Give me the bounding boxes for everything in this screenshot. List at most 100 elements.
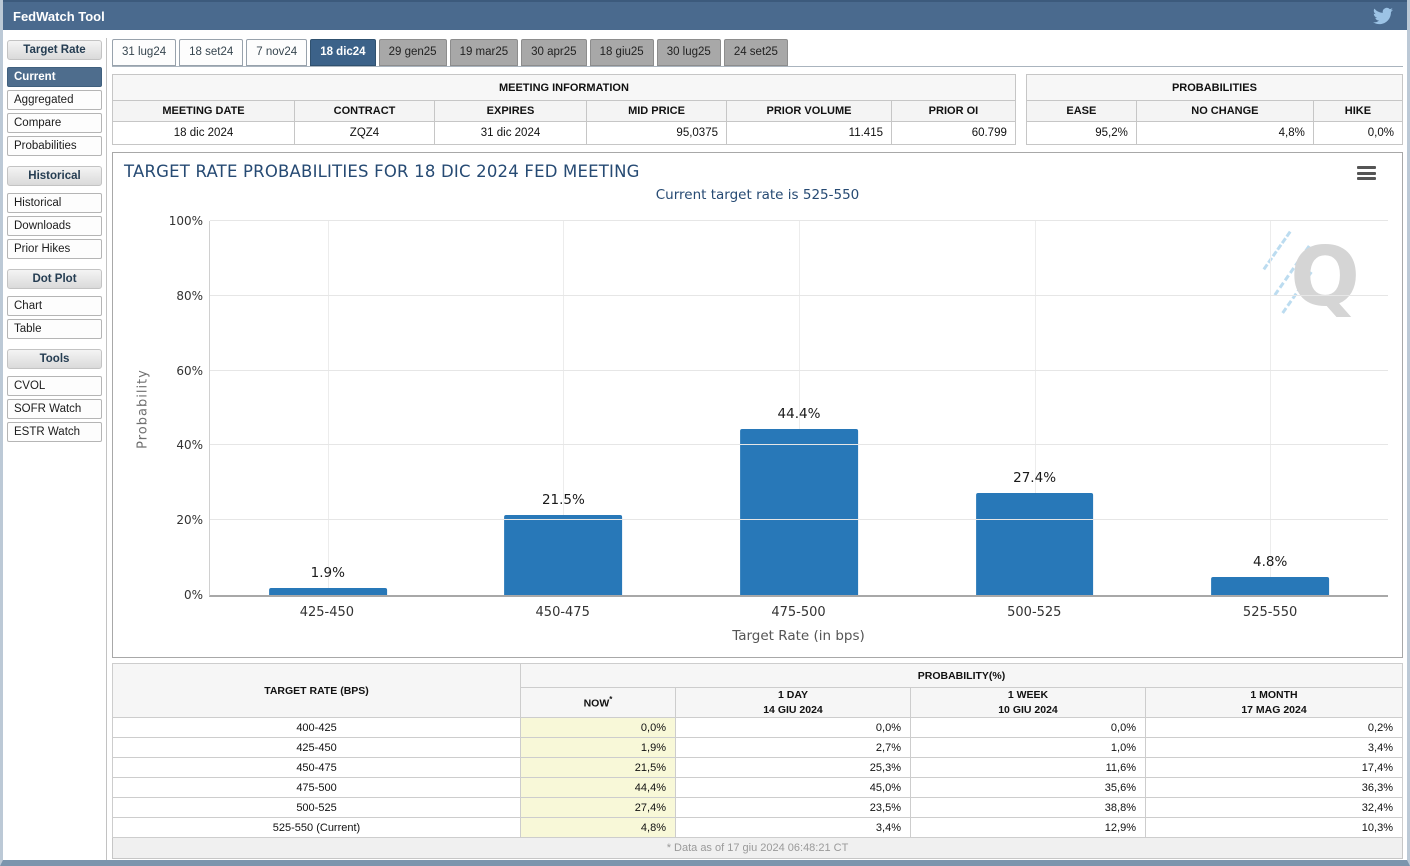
y-tick-label: 100% — [168, 214, 203, 228]
month-cell: 3,4% — [1145, 737, 1403, 758]
data-asof-note: * Data as of 17 giu 2024 06:48:21 CT — [112, 838, 1403, 859]
sidebar-item-compare[interactable]: Compare — [7, 113, 102, 133]
probability-bar — [1211, 577, 1330, 595]
sidebar-item-table[interactable]: Table — [7, 319, 102, 339]
tab-18-dic24[interactable]: 18 dic24 — [310, 39, 376, 66]
sidebar-item-historical[interactable]: Historical — [7, 193, 102, 213]
prior-volume-value: 11.415 — [726, 121, 892, 145]
month-cell: 0,2% — [1145, 717, 1403, 738]
week-cell: 38,8% — [910, 797, 1146, 818]
now-cell: 21,5% — [520, 757, 676, 778]
sidebar-header-historical: Historical — [7, 166, 102, 186]
month-cell: 10,3% — [1145, 817, 1403, 838]
tab-19-mar25[interactable]: 19 mar25 — [449, 39, 519, 66]
tab-29-gen25[interactable]: 29 gen25 — [378, 39, 447, 66]
sidebar-section-tools: Tools CVOL SOFR Watch ESTR Watch — [7, 349, 102, 442]
sidebar: Target Rate Current Aggregated Compare P… — [7, 38, 107, 860]
rate-cell: 500-525 — [112, 797, 521, 818]
rate-cell: 425-450 — [112, 737, 521, 758]
table-row: 525-550 (Current) 4,8% 3,4% 12,9% 10,3% — [112, 817, 1403, 838]
contract-header: CONTRACT — [294, 100, 435, 122]
bar-value-label: 44.4% — [777, 405, 821, 422]
month-cell: 32,4% — [1145, 797, 1403, 818]
bar-band: 21.5% — [446, 221, 682, 595]
rate-cell: 475-500 — [112, 777, 521, 798]
sidebar-item-estr-watch[interactable]: ESTR Watch — [7, 422, 102, 442]
tab-18-giu25[interactable]: 18 giu25 — [589, 39, 654, 66]
probability-bar — [740, 428, 858, 595]
bar-value-label: 4.8% — [1253, 554, 1288, 571]
rate-cell: 450-475 — [112, 757, 521, 778]
x-tick-label: 425-450 — [299, 605, 355, 620]
meeting-information-table: MEETING INFORMATION MEETING DATE CONTRAC… — [112, 74, 1016, 145]
target-rate-chart-panel: TARGET RATE PROBABILITIES FOR 18 DIC 202… — [112, 152, 1403, 658]
probabilities-title: PROBABILITIES — [1025, 74, 1404, 101]
sidebar-section-dot-plot: Dot Plot Chart Table — [7, 269, 102, 339]
tab-24-set25[interactable]: 24 set25 — [723, 39, 788, 66]
sidebar-header-dot-plot: Dot Plot — [7, 269, 102, 289]
sidebar-item-downloads[interactable]: Downloads — [7, 216, 102, 236]
table-row: 400-425 0,0% 0,0% 0,0% 0,2% — [112, 717, 1403, 738]
table-row: 425-450 1,9% 2,7% 1,0% 3,4% — [112, 737, 1403, 758]
chart-subtitle: Current target rate is 525-550 — [655, 187, 860, 203]
y-tick-label: 0% — [183, 588, 203, 602]
day-cell: 25,3% — [675, 757, 911, 778]
x-axis-title: Target Rate (in bps) — [732, 628, 865, 644]
table-row: 500-525 27,4% 23,5% 38,8% 32,4% — [112, 797, 1403, 818]
sidebar-item-prior-hikes[interactable]: Prior Hikes — [7, 239, 102, 259]
probability-bar — [975, 492, 1094, 595]
no-change-value: 4,8% — [1135, 121, 1314, 145]
info-row: MEETING INFORMATION MEETING DATE CONTRAC… — [112, 74, 1404, 145]
ease-header: EASE — [1025, 100, 1137, 122]
y-tick-label: 40% — [176, 438, 203, 453]
x-tick-label: 525-550 — [1242, 605, 1298, 620]
hike-header: HIKE — [1312, 100, 1404, 122]
sidebar-item-cvol[interactable]: CVOL — [7, 376, 102, 396]
x-tick-label: 450-475 — [535, 605, 590, 620]
tab-31-lug24[interactable]: 31 lug24 — [112, 39, 177, 66]
tab-7-nov24[interactable]: 7 nov24 — [246, 39, 308, 66]
now-column-header: NOW* — [520, 687, 676, 718]
now-cell: 1,9% — [520, 737, 676, 758]
sidebar-item-current[interactable]: Current — [7, 67, 102, 87]
bar-band: 27.4% — [917, 221, 1153, 595]
day-cell: 0,0% — [675, 717, 911, 738]
probability-bar — [268, 587, 387, 595]
x-axis-ticks: 425-450 450-475 475-500 500-525 525-550 — [209, 605, 1388, 620]
prior-oi-header: PRIOR OI — [891, 100, 1016, 122]
vertical-gridline — [327, 221, 329, 595]
week-cell: 12,9% — [910, 817, 1146, 838]
table-row: 475-500 44,4% 45,0% 35,6% 36,3% — [112, 777, 1403, 798]
tab-18-set24[interactable]: 18 set24 — [179, 39, 244, 66]
prior-oi-value: 60.799 — [891, 121, 1016, 145]
meeting-date-value: 18 dic 2024 — [112, 121, 295, 145]
meeting-date-tabstrip: 31 lug24 18 set24 7 nov24 18 dic24 29 ge… — [112, 38, 1403, 67]
tab-30-apr25[interactable]: 30 apr25 — [521, 39, 587, 66]
probability-history-table: TARGET RATE (BPS) PROBABILITY(%) NOW* 1 … — [112, 663, 1403, 838]
tab-30-lug25[interactable]: 30 lug25 — [656, 39, 721, 66]
twitter-icon[interactable] — [1373, 6, 1393, 26]
sidebar-item-aggregated[interactable]: Aggregated — [7, 90, 102, 110]
meeting-date-header: MEETING DATE — [112, 100, 295, 122]
bar-value-label: 1.9% — [310, 564, 345, 581]
chart-menu-icon[interactable] — [1357, 166, 1376, 180]
now-cell: 44,4% — [520, 777, 676, 798]
sidebar-item-chart[interactable]: Chart — [7, 296, 102, 316]
horizontal-gridline — [210, 220, 1388, 221]
one-day-column-header: 1 DAY 14 GIU 2024 — [675, 687, 911, 718]
y-tick-label: 80% — [176, 288, 203, 303]
sidebar-item-probabilities[interactable]: Probabilities — [7, 136, 102, 156]
mid-price-header: MID PRICE — [586, 100, 727, 122]
main-content: 31 lug24 18 set24 7 nov24 18 dic24 29 ge… — [107, 38, 1404, 860]
expires-header: EXPIRES — [434, 100, 587, 122]
day-cell: 3,4% — [675, 817, 911, 838]
meeting-information-title: MEETING INFORMATION — [112, 74, 1016, 101]
hike-value: 0,0% — [1312, 121, 1404, 145]
sidebar-item-sofr-watch[interactable]: SOFR Watch — [7, 399, 102, 419]
rate-cell: 400-425 — [112, 717, 521, 738]
bar-band: 4.8% — [1152, 221, 1388, 595]
ease-value: 95,2% — [1025, 121, 1137, 145]
contract-value: ZQZ4 — [294, 121, 435, 145]
expires-value: 31 dic 2024 — [434, 121, 587, 145]
now-asterisk: * — [609, 694, 613, 704]
